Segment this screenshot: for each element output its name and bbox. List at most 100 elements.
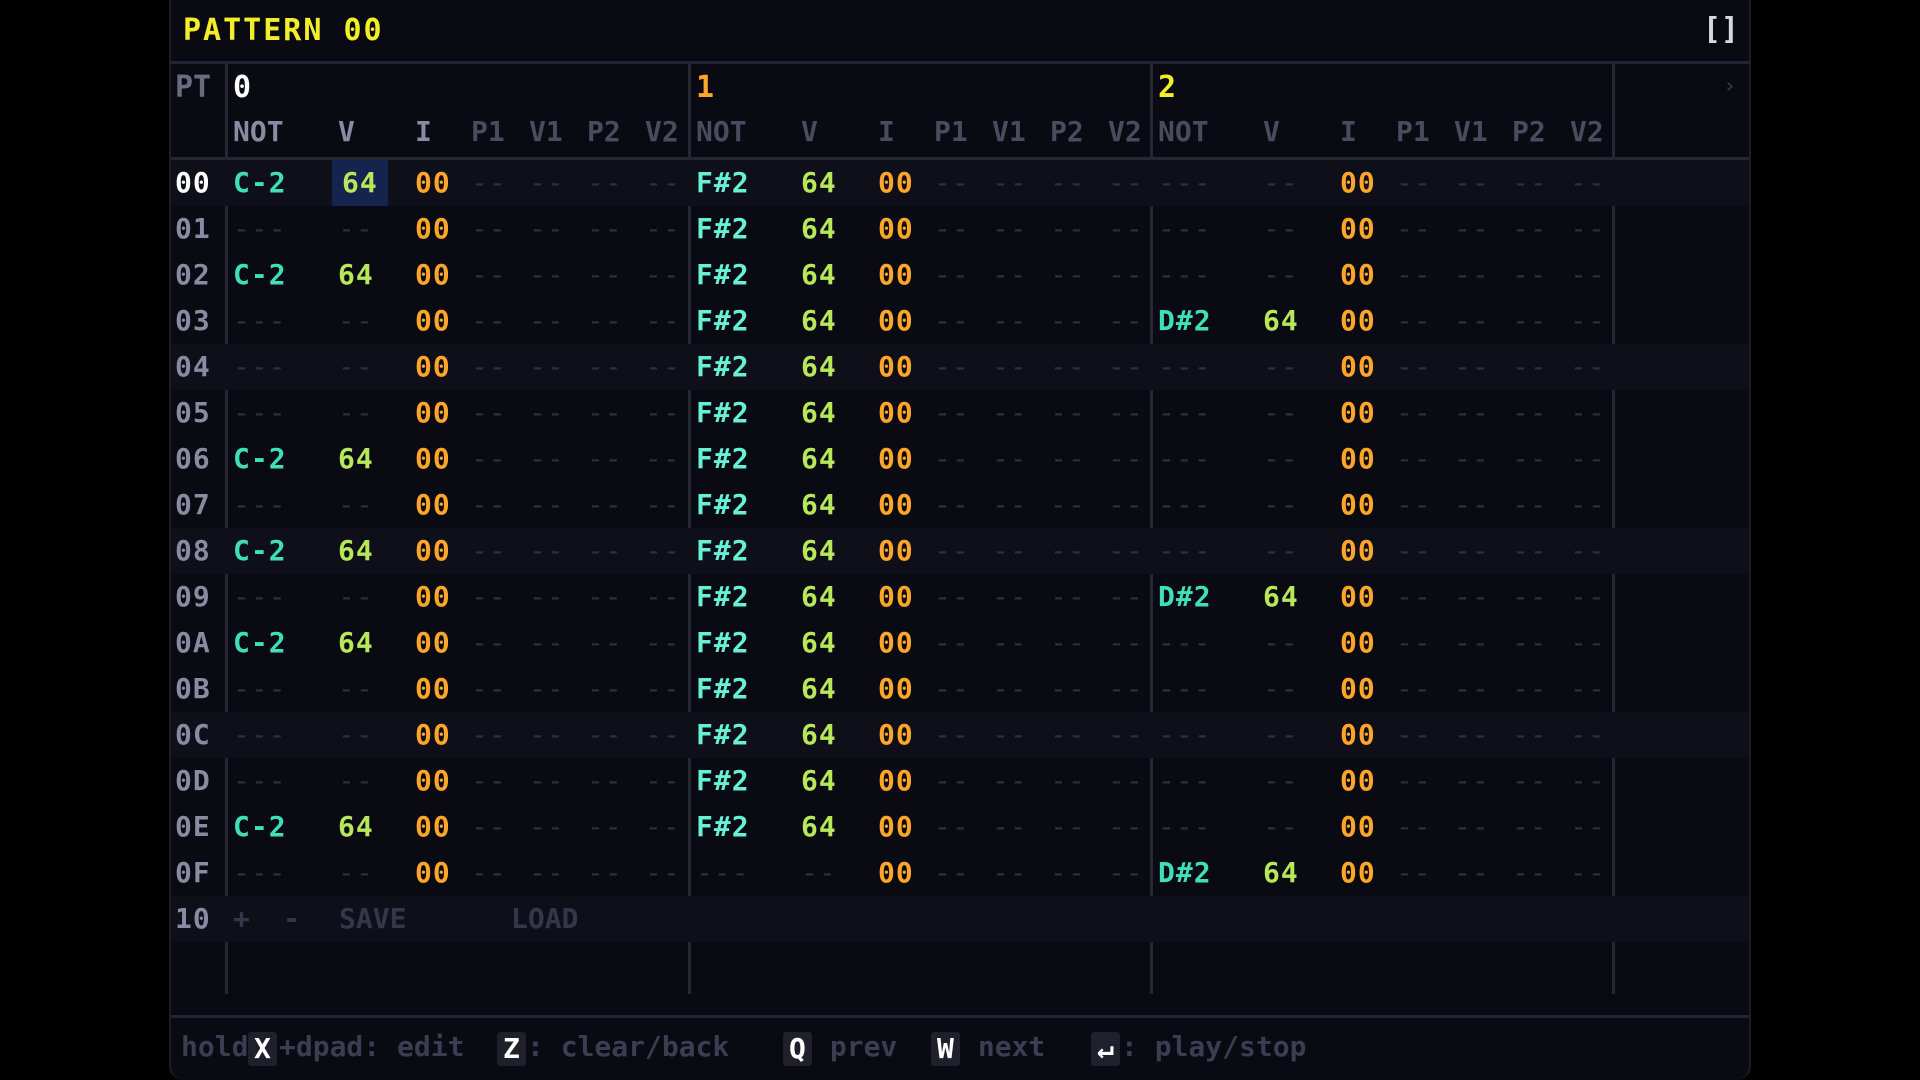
effect-cell-empty[interactable]: -- — [1512, 390, 1548, 436]
effect-cell-empty[interactable]: -- — [1050, 482, 1086, 528]
effect-cell-empty[interactable]: -- — [471, 620, 507, 666]
effect-cell-empty[interactable]: -- — [1454, 344, 1490, 390]
effect-cell-empty[interactable]: -- — [934, 850, 970, 896]
note-cell-empty[interactable]: --- — [233, 298, 287, 344]
note-cell[interactable]: F#2 — [696, 758, 750, 804]
note-cell[interactable]: F#2 — [696, 390, 750, 436]
note-cell-empty[interactable]: --- — [233, 758, 287, 804]
effect-cell-empty[interactable]: -- — [1512, 252, 1548, 298]
effect-cell-empty[interactable]: -- — [934, 344, 970, 390]
velocity-cell-empty[interactable]: -- — [338, 482, 374, 528]
velocity-cell-empty[interactable]: -- — [338, 666, 374, 712]
instrument-cell[interactable]: 00 — [878, 758, 914, 804]
row-number[interactable]: 02 — [175, 252, 211, 298]
effect-cell-empty[interactable]: -- — [645, 620, 681, 666]
effect-cell-empty[interactable]: -- — [471, 298, 507, 344]
effect-cell-empty[interactable]: -- — [587, 850, 623, 896]
effect-cell-empty[interactable]: -- — [1108, 620, 1144, 666]
effect-cell-empty[interactable]: -- — [645, 298, 681, 344]
effect-cell-empty[interactable]: -- — [645, 804, 681, 850]
effect-cell-empty[interactable]: -- — [529, 482, 565, 528]
effect-cell-empty[interactable]: -- — [934, 620, 970, 666]
effect-cell-empty[interactable]: -- — [645, 206, 681, 252]
effect-cell-empty[interactable]: -- — [1050, 666, 1086, 712]
effect-cell-empty[interactable]: -- — [1396, 390, 1432, 436]
effect-cell-empty[interactable]: -- — [471, 666, 507, 712]
effect-cell-empty[interactable]: -- — [934, 482, 970, 528]
effect-cell-empty[interactable]: -- — [1108, 482, 1144, 528]
instrument-cell[interactable]: 00 — [878, 344, 914, 390]
note-cell[interactable]: C-2 — [233, 160, 287, 206]
effect-cell-empty[interactable]: -- — [529, 390, 565, 436]
instrument-cell[interactable]: 00 — [878, 804, 914, 850]
effect-cell-empty[interactable]: -- — [587, 528, 623, 574]
effect-cell-empty[interactable]: -- — [529, 574, 565, 620]
save-button[interactable]: SAVE — [339, 896, 406, 942]
effect-cell-empty[interactable]: -- — [529, 252, 565, 298]
velocity-cell-empty[interactable]: -- — [338, 574, 374, 620]
effect-cell-empty[interactable]: -- — [1512, 712, 1548, 758]
effect-cell-empty[interactable]: -- — [1454, 298, 1490, 344]
effect-cell-empty[interactable]: -- — [471, 574, 507, 620]
effect-cell-empty[interactable]: -- — [1454, 206, 1490, 252]
effect-cell-empty[interactable]: -- — [1396, 574, 1432, 620]
effect-cell-empty[interactable]: -- — [1108, 528, 1144, 574]
row-number[interactable]: 0E — [175, 804, 211, 850]
effect-cell-empty[interactable]: -- — [529, 206, 565, 252]
effect-cell-empty[interactable]: -- — [1396, 850, 1432, 896]
effect-cell-empty[interactable]: -- — [1108, 436, 1144, 482]
effect-cell-empty[interactable]: -- — [1108, 804, 1144, 850]
effect-cell-empty[interactable]: -- — [992, 850, 1028, 896]
effect-cell-empty[interactable]: -- — [1570, 574, 1606, 620]
effect-cell-empty[interactable]: -- — [471, 850, 507, 896]
instrument-cell[interactable]: 00 — [415, 528, 451, 574]
velocity-cell[interactable]: 64 — [338, 804, 374, 850]
effect-cell-empty[interactable]: -- — [1454, 620, 1490, 666]
effect-cell-empty[interactable]: -- — [1570, 482, 1606, 528]
instrument-cell[interactable]: 00 — [415, 390, 451, 436]
velocity-cell[interactable]: 64 — [1263, 850, 1299, 896]
effect-cell-empty[interactable]: -- — [1108, 850, 1144, 896]
note-cell-empty[interactable]: --- — [1158, 804, 1212, 850]
velocity-cell[interactable]: 64 — [801, 574, 837, 620]
velocity-cell[interactable]: 64 — [801, 390, 837, 436]
row-number[interactable]: 06 — [175, 436, 211, 482]
note-cell-empty[interactable]: --- — [233, 850, 287, 896]
velocity-cell-empty[interactable]: -- — [1263, 436, 1299, 482]
note-cell-empty[interactable]: --- — [1158, 712, 1212, 758]
velocity-cell[interactable]: 64 — [801, 804, 837, 850]
effect-cell-empty[interactable]: -- — [645, 850, 681, 896]
row-number[interactable]: 04 — [175, 344, 211, 390]
note-cell-empty[interactable]: --- — [233, 666, 287, 712]
instrument-cell[interactable]: 00 — [415, 436, 451, 482]
effect-cell-empty[interactable]: -- — [1108, 160, 1144, 206]
instrument-cell[interactable]: 00 — [1340, 298, 1376, 344]
effect-cell-empty[interactable]: -- — [1396, 298, 1432, 344]
effect-cell-empty[interactable]: -- — [587, 344, 623, 390]
velocity-cell-empty[interactable]: -- — [1263, 252, 1299, 298]
effect-cell-empty[interactable]: -- — [1396, 528, 1432, 574]
velocity-cell-empty[interactable]: -- — [338, 206, 374, 252]
note-cell-empty[interactable]: --- — [1158, 758, 1212, 804]
effect-cell-empty[interactable]: -- — [587, 160, 623, 206]
effect-cell-empty[interactable]: -- — [1512, 528, 1548, 574]
instrument-cell[interactable]: 00 — [415, 344, 451, 390]
effect-cell-empty[interactable]: -- — [1570, 712, 1606, 758]
instrument-cell[interactable]: 00 — [878, 620, 914, 666]
velocity-cell-empty[interactable]: -- — [338, 390, 374, 436]
effect-cell-empty[interactable]: -- — [1454, 758, 1490, 804]
effect-cell-empty[interactable]: -- — [1570, 298, 1606, 344]
row-number[interactable]: 0D — [175, 758, 211, 804]
instrument-cell[interactable]: 00 — [878, 666, 914, 712]
effect-cell-empty[interactable]: -- — [587, 804, 623, 850]
add-row-button[interactable]: + — [233, 896, 250, 942]
velocity-cell-empty[interactable]: -- — [338, 344, 374, 390]
load-button[interactable]: LOAD — [511, 896, 578, 942]
velocity-cell-empty[interactable]: -- — [801, 850, 837, 896]
row-number[interactable]: 01 — [175, 206, 211, 252]
channel-header-0[interactable]: 0 — [233, 68, 251, 108]
effect-cell-empty[interactable]: -- — [529, 528, 565, 574]
row-number[interactable]: 08 — [175, 528, 211, 574]
effect-cell-empty[interactable]: -- — [529, 850, 565, 896]
note-cell[interactable]: F#2 — [696, 712, 750, 758]
